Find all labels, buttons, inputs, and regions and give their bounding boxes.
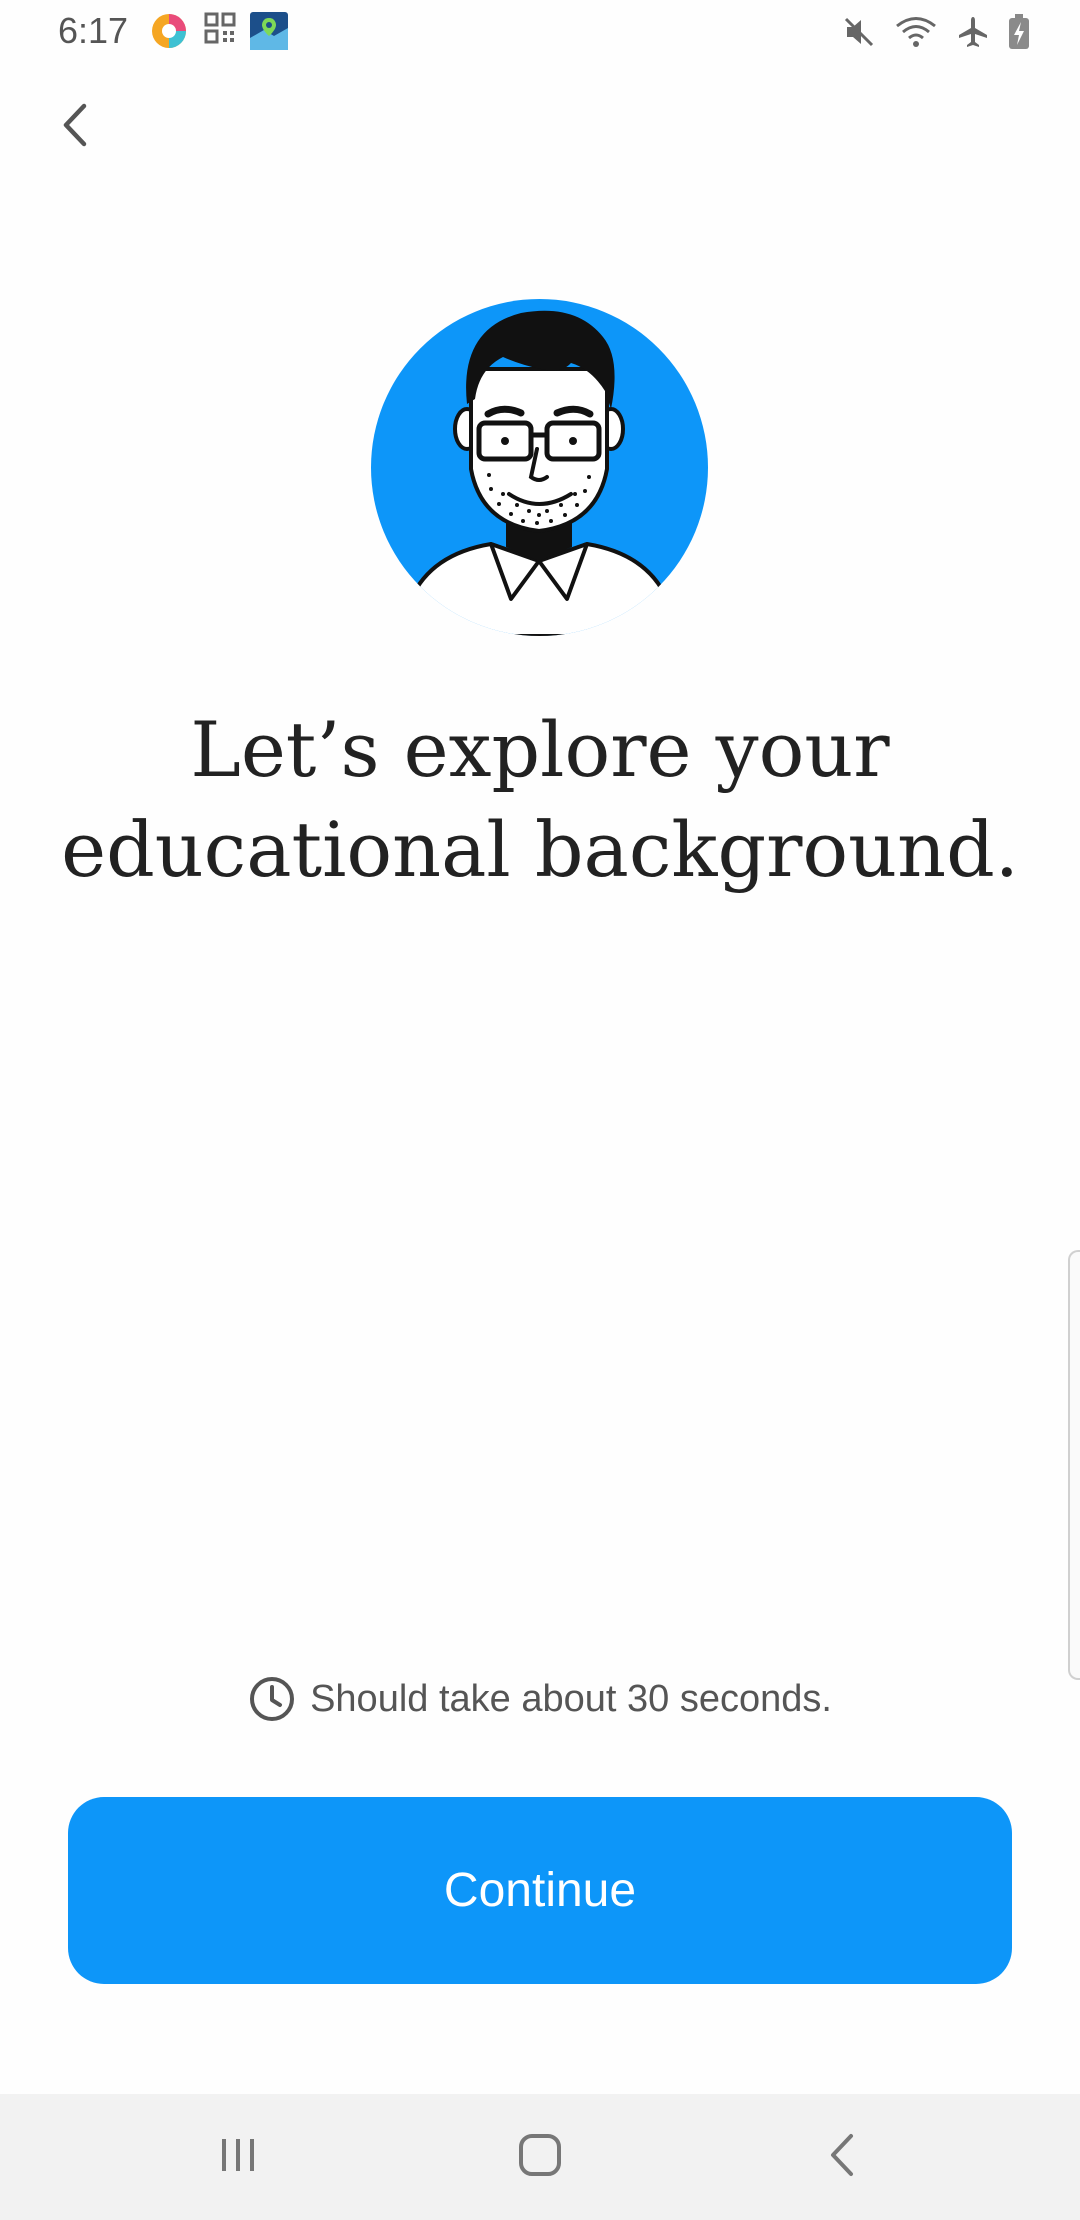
page-title-line-1: Let’s explore your [190, 705, 890, 794]
time-estimate-text: Should take about 30 seconds. [310, 1677, 832, 1720]
wifi-icon [894, 15, 938, 49]
qr-code-icon [204, 12, 242, 50]
back-icon [825, 2132, 859, 2183]
maps-icon [250, 12, 288, 50]
airplane-mode-icon [956, 15, 990, 49]
page-title: Let’s explore your educational backgroun… [40, 700, 1040, 900]
back-button[interactable] [50, 98, 100, 156]
navigation-bar [0, 2094, 1080, 2220]
battery-charging-icon [1008, 14, 1030, 50]
edge-panel-handle[interactable] [1068, 1250, 1080, 1680]
recent-apps-button[interactable] [158, 2094, 318, 2220]
colorful-app-icon [150, 12, 188, 50]
home-button[interactable] [460, 2094, 620, 2220]
page-title-line-2: educational background. [61, 805, 1019, 894]
system-back-button[interactable] [762, 2094, 922, 2220]
status-bar: 6:17 [0, 0, 1080, 64]
home-icon [517, 2132, 563, 2183]
chevron-left-icon [58, 102, 92, 153]
mute-icon [842, 15, 876, 49]
clock-icon [248, 1675, 296, 1723]
continue-button[interactable]: Continue [68, 1797, 1012, 1984]
avatar-illustration [371, 299, 708, 636]
recent-apps-icon [216, 2133, 260, 2182]
time-estimate: Should take about 30 seconds. [0, 1675, 1080, 1723]
status-time: 6:17 [58, 10, 129, 51]
